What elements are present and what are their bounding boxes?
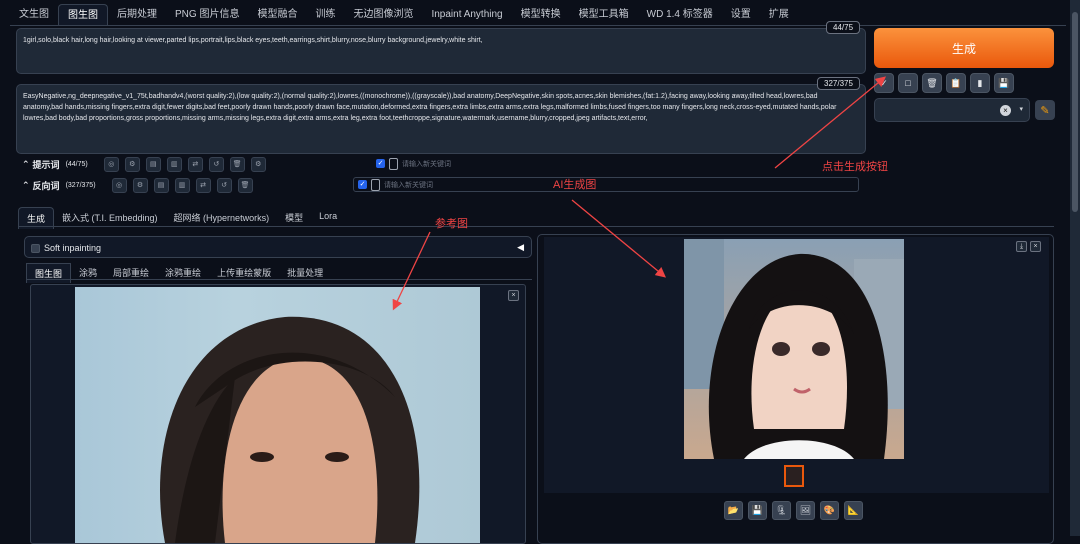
arrow-to-ai-image: [571, 199, 667, 278]
scrollbar[interactable]: [1070, 0, 1080, 536]
annotation-reference: 参考图: [435, 218, 468, 230]
arrow-to-generate: [774, 76, 887, 169]
annotation-click-generate: 点击生成按钮: [822, 161, 888, 173]
annotation-ai-image: AI生成图: [553, 179, 597, 191]
arrow-to-reference: [392, 231, 431, 311]
annotation-arrows: [392, 76, 887, 311]
scrollbar-thumb[interactable]: [1072, 12, 1078, 212]
